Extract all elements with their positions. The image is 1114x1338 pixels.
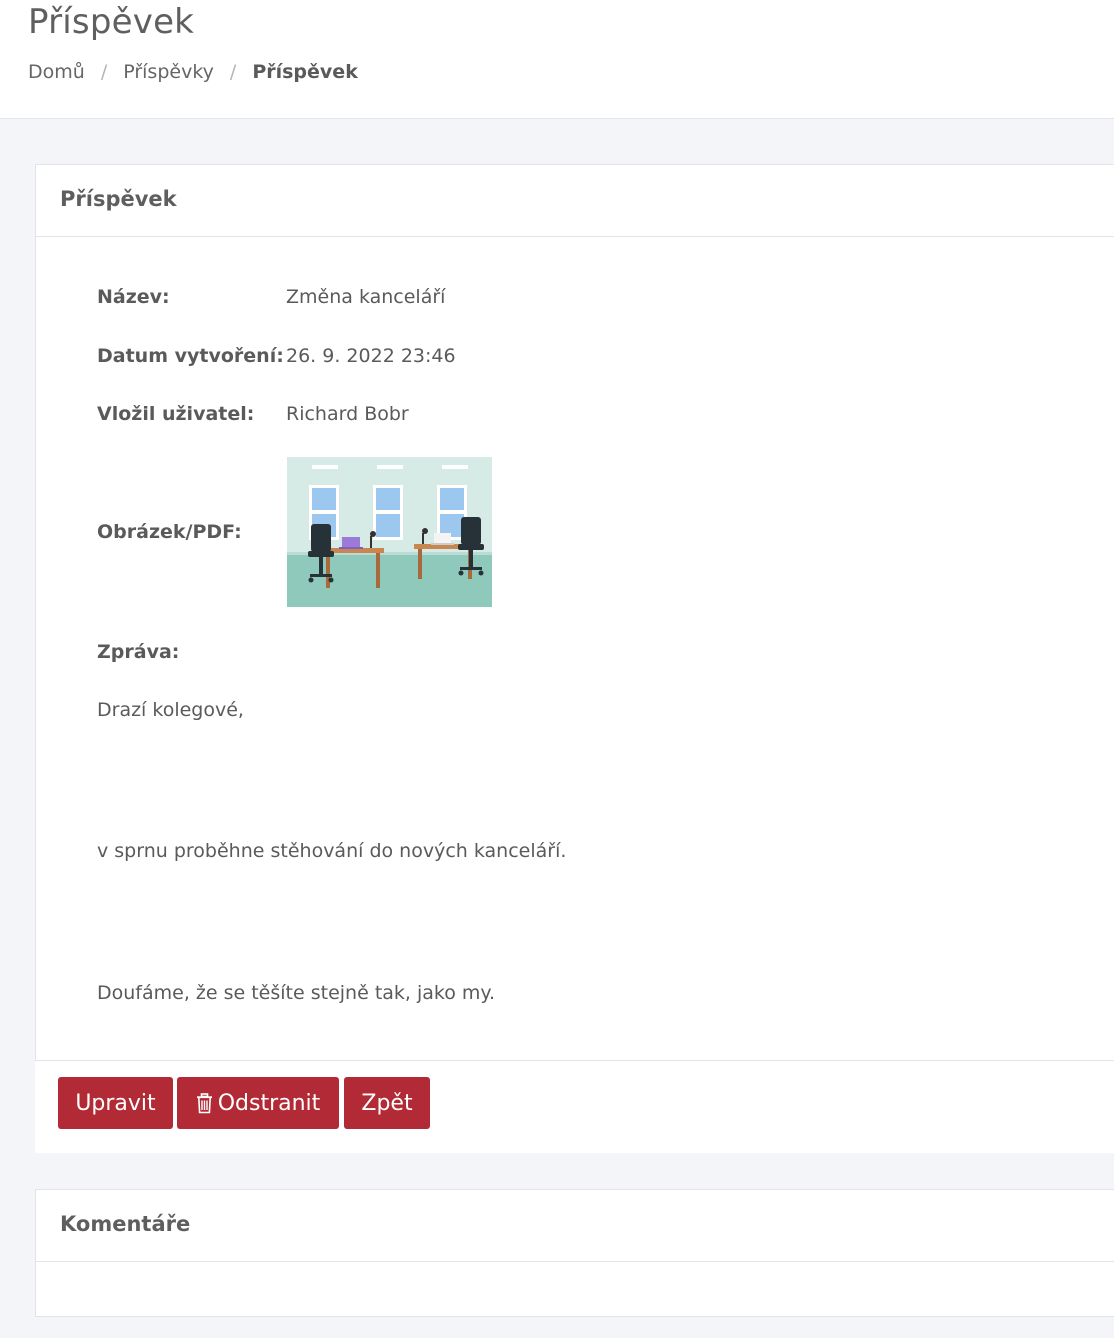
edit-button[interactable]: Upravit [58,1077,173,1129]
post-card-title: Příspěvek [60,187,177,211]
name-value: Změna kanceláří [286,286,446,308]
breadcrumb-home[interactable]: Domů [28,61,85,83]
attachment-label: Obrázek/PDF: [97,521,242,543]
comments-card-header: Komentáře [36,1190,1114,1262]
message-line-closing: Doufáme, že se těšíte stejně tak, jako m… [97,982,495,1004]
breadcrumb: Domů / Příspěvky / Příspěvek [28,61,358,83]
name-label: Název: [97,286,170,308]
breadcrumb-posts[interactable]: Příspěvky [123,61,214,83]
created-label: Datum vytvoření: [97,345,284,367]
post-actions-bar: Upravit Odstranit Zpět [35,1061,1114,1153]
message-line-body: v sprnu proběhne stěhování do nových kan… [97,840,567,862]
back-button[interactable]: Zpět [344,1077,430,1129]
delete-button[interactable]: Odstranit [177,1077,339,1129]
breadcrumb-current: Příspěvek [252,61,358,83]
author-label: Vložil uživatel: [97,403,255,425]
comments-card-title: Komentáře [60,1212,191,1236]
page-header: Příspěvek Domů / Příspěvky / Příspěvek [0,0,1114,119]
message-line-greeting: Drazí kolegové, [97,699,244,721]
delete-button-label: Odstranit [217,1090,321,1116]
breadcrumb-separator: / [229,61,237,83]
post-card-header: Příspěvek [36,165,1114,237]
created-value: 26. 9. 2022 23:46 [286,345,456,367]
breadcrumb-separator: / [100,61,108,83]
post-card: Příspěvek Název: Změna kanceláří Datum v… [35,164,1114,1061]
message-label: Zpráva: [97,641,180,663]
back-button-label: Zpět [361,1090,413,1116]
page-title: Příspěvek [28,2,195,42]
edit-button-label: Upravit [75,1090,156,1116]
trash-icon [196,1092,212,1113]
office-illustration-image[interactable] [287,457,492,607]
comments-card: Komentáře [35,1189,1114,1317]
author-value: Richard Bobr [286,403,409,425]
